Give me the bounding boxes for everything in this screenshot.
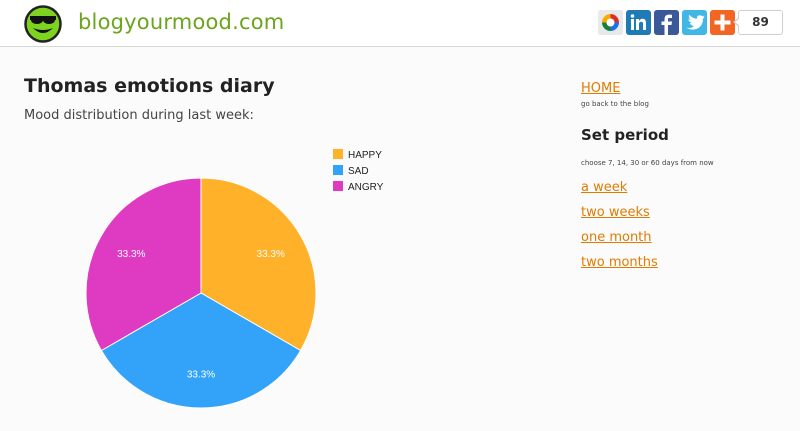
page-subtitle: Mood distribution during last week:: [24, 108, 254, 123]
period-link-week[interactable]: a week: [581, 180, 627, 195]
legend-swatch-angry[interactable]: [333, 181, 343, 191]
facebook-icon[interactable]: [654, 10, 679, 35]
period-link-one-month[interactable]: one month: [581, 230, 652, 245]
period-link-two-weeks[interactable]: two weeks: [581, 205, 650, 220]
pie-label-angry: 33.3%: [117, 249, 145, 260]
set-period-caption: choose 7, 14, 30 or 60 days from now: [581, 159, 714, 167]
legend-swatch-sad[interactable]: [333, 165, 343, 175]
home-caption: go back to the blog: [581, 100, 649, 108]
set-period-heading: Set period: [581, 126, 669, 144]
legend-label-sad[interactable]: SAD: [348, 166, 369, 177]
period-link-two-months[interactable]: two months: [581, 255, 658, 270]
share-count-pointer-inner: [735, 18, 740, 26]
header-bar: blogyourmood.com 89: [0, 0, 800, 47]
legend-label-happy[interactable]: HAPPY: [348, 150, 382, 161]
share-count: 89: [738, 10, 783, 35]
twitter-icon[interactable]: [682, 10, 707, 35]
page-title: Thomas emotions diary: [24, 75, 275, 97]
linkedin-icon[interactable]: [626, 10, 651, 35]
add-more-icon[interactable]: [710, 10, 735, 35]
pie-label-happy: 33.3%: [257, 249, 285, 260]
mood-pie-chart: 33.3% 33.3% 33.3% HAPPY SAD ANGRY: [85, 149, 384, 409]
legend-swatch-happy[interactable]: [333, 149, 343, 159]
home-link[interactable]: HOME: [581, 81, 620, 96]
smiley-sunglasses-logo-icon[interactable]: [24, 5, 62, 43]
google-plus-icon[interactable]: [598, 10, 623, 35]
legend-label-angry[interactable]: ANGRY: [348, 182, 384, 193]
pie-label-sad: 33.3%: [187, 370, 215, 381]
site-brand[interactable]: blogyourmood.com: [78, 10, 284, 34]
